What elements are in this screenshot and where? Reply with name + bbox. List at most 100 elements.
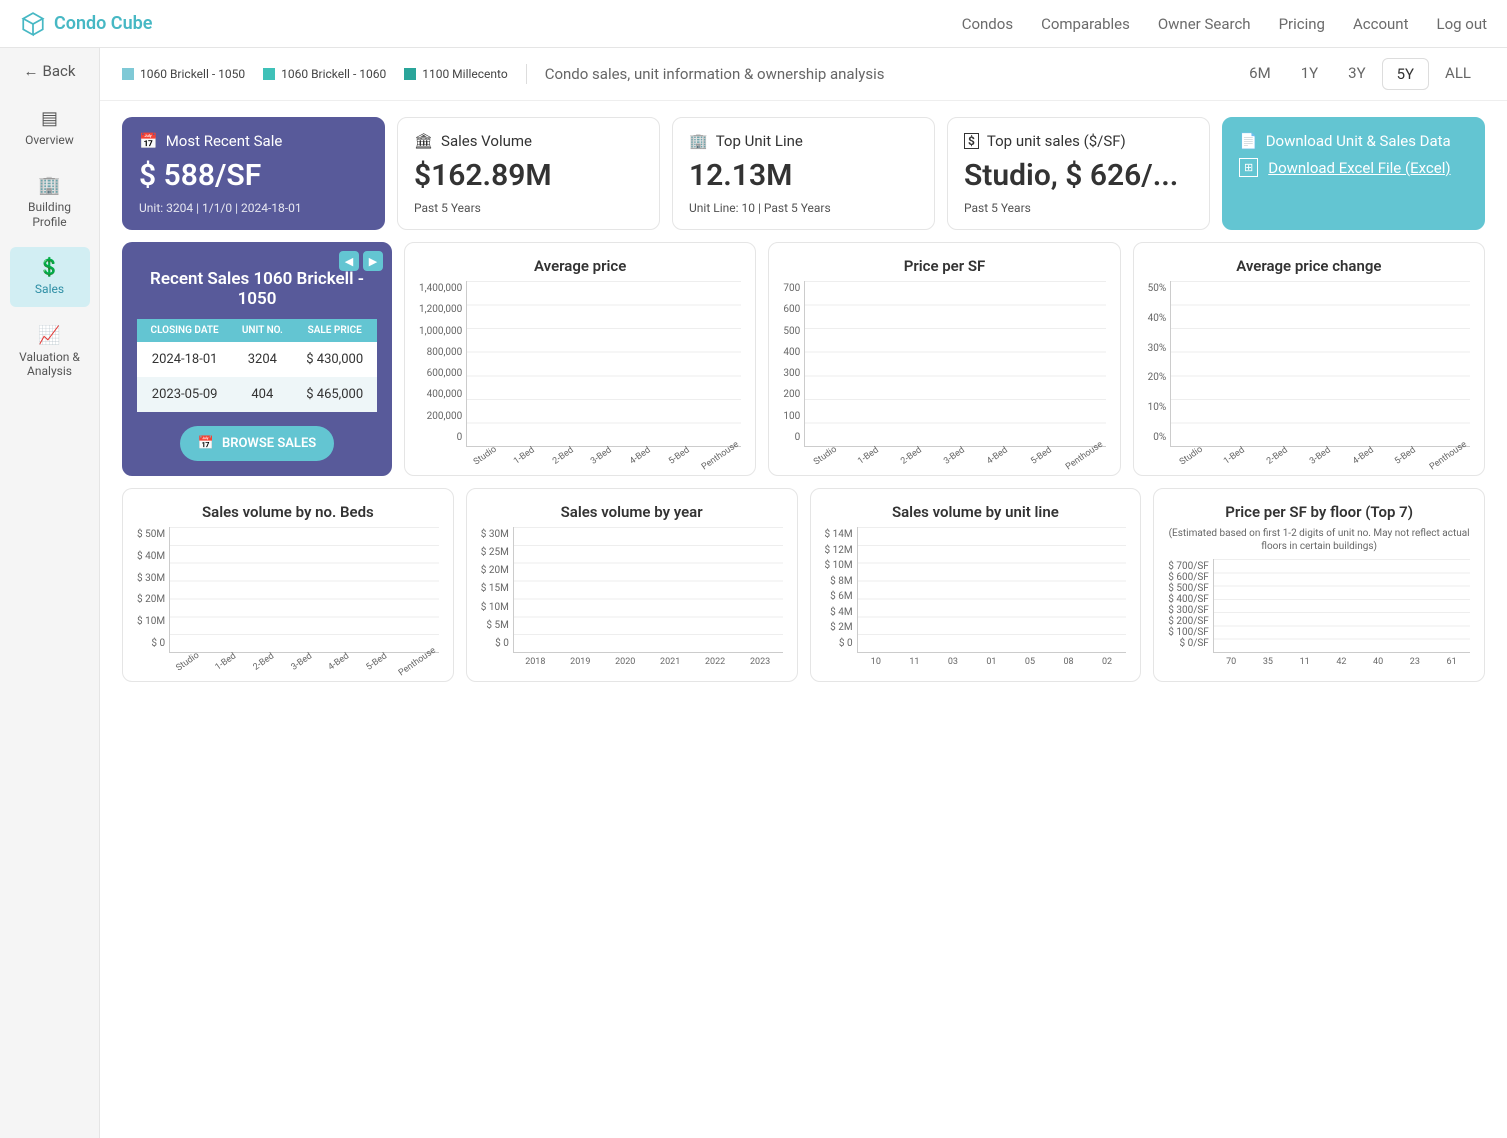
x-axis: Studio1-Bed2-Bed3-Bed4-Bed5-BedPenthouse xyxy=(169,657,439,667)
next-button[interactable]: ▶ xyxy=(363,251,383,271)
x-tick: 61 xyxy=(1433,657,1470,667)
chart-plot xyxy=(1170,281,1470,447)
chart-title: Sales volume by year xyxy=(481,503,783,521)
kpi-top-unit-sales: $Top unit sales ($/SF) Studio, $ 626/...… xyxy=(947,117,1210,230)
range-5y[interactable]: 5Y xyxy=(1382,58,1429,90)
y-tick: 1,400,000 xyxy=(419,283,462,294)
sidebar-item-sales[interactable]: 💲Sales xyxy=(10,247,90,306)
y-axis: 1,400,0001,200,0001,000,000800,000600,00… xyxy=(419,281,466,461)
y-tick: 50% xyxy=(1148,283,1167,294)
y-tick: 30% xyxy=(1148,343,1167,354)
range-1y[interactable]: 1Y xyxy=(1287,58,1332,90)
x-tick: 11 xyxy=(1286,657,1323,667)
chart-avg-price: Average price1,400,0001,200,0001,000,000… xyxy=(404,242,756,476)
topnav-account[interactable]: Account xyxy=(1353,15,1409,33)
topnav-owner-search[interactable]: Owner Search xyxy=(1158,15,1251,33)
chart-plot xyxy=(1213,559,1470,653)
x-axis: Studio1-Bed2-Bed3-Bed4-Bed5-BedPenthouse xyxy=(466,451,741,461)
kpi-most-recent-sale: 📅Most Recent Sale $ 588/SF Unit: 3204 | … xyxy=(122,117,385,230)
y-tick: $ 5M xyxy=(486,620,508,631)
range-all[interactable]: ALL xyxy=(1431,58,1485,90)
chart-vol-year: Sales volume by year$ 30M$ 25M$ 20M$ 15M… xyxy=(466,488,798,682)
y-tick: 300 xyxy=(783,368,800,379)
content: 1060 Brickell - 10501060 Brickell - 1060… xyxy=(100,48,1507,1138)
y-tick: 1,200,000 xyxy=(419,304,462,315)
download-excel-link[interactable]: Download Excel File (Excel) xyxy=(1268,159,1450,177)
back-label: Back xyxy=(43,62,76,80)
chart-price-sf: Price per SF7006005004003002001000Studio… xyxy=(768,242,1120,476)
table-cell: 404 xyxy=(232,377,292,412)
y-tick: $ 0 xyxy=(839,638,853,649)
chart-avg-change: Average price change50%40%30%20%10%0%Stu… xyxy=(1133,242,1485,476)
y-tick: $ 200/SF xyxy=(1168,616,1209,627)
y-tick: 600,000 xyxy=(427,368,463,379)
y-tick: $ 0/SF xyxy=(1180,638,1209,649)
sidebar-item-building-profile[interactable]: 🏢 Building Profile xyxy=(10,165,90,239)
kpi-title: Top unit sales ($/SF) xyxy=(987,132,1126,150)
y-tick: 800,000 xyxy=(427,347,463,358)
x-tick: 01 xyxy=(972,657,1011,667)
y-axis: $ 30M$ 25M$ 20M$ 15M$ 10M$ 5M$ 0 xyxy=(481,527,513,667)
chart-vol-unitline: Sales volume by unit line$ 14M$ 12M$ 10M… xyxy=(810,488,1142,682)
y-tick: $ 500/SF xyxy=(1168,583,1209,594)
x-tick: 02 xyxy=(1088,657,1127,667)
y-tick: $ 8M xyxy=(830,576,852,587)
range-6m[interactable]: 6M xyxy=(1235,58,1285,90)
topnav: Condos Comparables Owner Search Pricing Acco… xyxy=(962,15,1487,33)
topnav-log-out[interactable]: Log out xyxy=(1436,15,1487,33)
x-tick: 2020 xyxy=(603,657,648,667)
brand[interactable]: Condo Cube xyxy=(20,11,152,37)
sidebar-item-label: Building Profile xyxy=(14,200,86,229)
x-tick: 05 xyxy=(1011,657,1050,667)
table-cell: 3204 xyxy=(232,342,292,377)
table-header: SALE PRICE xyxy=(292,319,377,342)
kpi-value: $ 588/SF xyxy=(139,158,368,193)
brand-label: Condo Cube xyxy=(54,13,152,34)
bank-icon: 🏛 xyxy=(414,132,433,150)
topbar: Condo Cube Condos Comparables Owner Search… xyxy=(0,0,1507,48)
x-axis: 10110301050802 xyxy=(857,657,1127,667)
sidebar-item-overview[interactable]: ▤Overview xyxy=(10,98,90,157)
topnav-condos[interactable]: Condos xyxy=(962,15,1013,33)
chart-plot xyxy=(804,281,1105,447)
building-icon: 🏢 xyxy=(14,175,86,196)
table-cell: 2024-18-01 xyxy=(137,342,232,377)
legend-label: 1060 Brickell - 1060 xyxy=(281,67,386,81)
chart-title: Sales volume by unit line xyxy=(825,503,1127,521)
time-ranges: 6M1Y3Y5YALL xyxy=(1235,58,1485,90)
topnav-comparables[interactable]: Comparables xyxy=(1041,15,1130,33)
x-axis: 201820192020202120222023 xyxy=(513,657,783,667)
x-axis: 70351142402361 xyxy=(1213,657,1470,667)
calendar-icon: 📅 xyxy=(139,132,158,150)
x-tick: 23 xyxy=(1396,657,1433,667)
range-3y[interactable]: 3Y xyxy=(1334,58,1379,90)
kpi-sub: Past 5 Years xyxy=(414,201,643,215)
sidebar: ← Back ▤Overview 🏢 Building Profile 💲Sales 📈… xyxy=(0,48,100,1138)
y-tick: $ 4M xyxy=(830,607,852,618)
table-cell: $ 465,000 xyxy=(292,377,377,412)
x-tick: 2021 xyxy=(648,657,693,667)
y-tick: $ 15M xyxy=(481,583,509,594)
y-tick: $ 10M xyxy=(481,602,509,613)
y-tick: $ 0 xyxy=(151,638,165,649)
prev-button[interactable]: ◀ xyxy=(339,251,359,271)
sidebar-item-valuation-analysis[interactable]: 📈Valuation & Analysis xyxy=(10,315,90,389)
sidebar-item-label: Valuation & Analysis xyxy=(14,350,86,379)
kpi-download: 📄Download Unit & Sales Data ⊞ Download E… xyxy=(1222,117,1485,230)
kpi-title: Top Unit Line xyxy=(716,132,803,150)
chart-plot xyxy=(169,527,439,653)
chart-row-1: ◀ ▶ Recent Sales 1060 Brickell - 1050 CL… xyxy=(122,242,1485,476)
kpi-title: Most Recent Sale xyxy=(166,132,283,150)
swatch-icon xyxy=(404,68,416,80)
browse-sales-button[interactable]: 📅 BROWSE SALES xyxy=(180,426,334,461)
x-tick: 03 xyxy=(934,657,973,667)
x-axis: Studio1-Bed2-Bed3-Bed4-Bed5-BedPenthouse xyxy=(1170,451,1470,461)
y-tick: $ 30M xyxy=(481,529,509,540)
chart-title: Average price change xyxy=(1148,257,1470,275)
x-tick: 08 xyxy=(1049,657,1088,667)
x-tick: 42 xyxy=(1323,657,1360,667)
y-tick: $ 12M xyxy=(825,545,853,556)
back-link[interactable]: ← Back xyxy=(24,62,76,80)
kpi-title: Sales Volume xyxy=(441,132,532,150)
topnav-pricing[interactable]: Pricing xyxy=(1279,15,1325,33)
